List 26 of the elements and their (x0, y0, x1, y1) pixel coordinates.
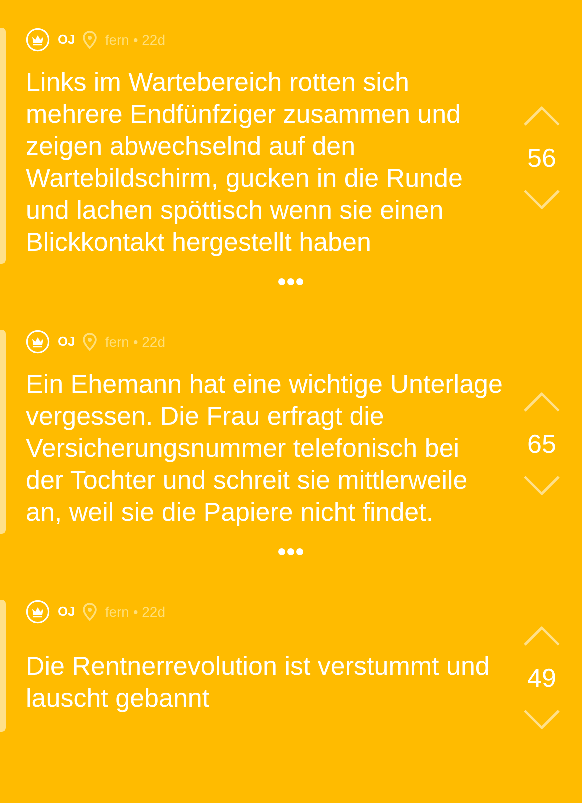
author-name: OJ (58, 603, 76, 622)
post-text: Links im Wartebereich rotten sich mehrere Endfünfziger zusammen und zeigen abwechselnd auf den Wartebildschirm, gucken in die Runde und lachen spöttisch wenn sie einen Blickkontakt hergestellt haben (26, 66, 464, 258)
downvote-icon[interactable] (522, 188, 562, 212)
location-pin-icon (83, 603, 98, 621)
upvote-icon[interactable] (522, 390, 562, 414)
crown-icon (26, 600, 50, 624)
downvote-icon[interactable] (522, 474, 562, 498)
more-icon[interactable] (278, 548, 304, 556)
crown-icon (26, 28, 50, 52)
author-name: OJ (58, 31, 76, 50)
upvote-icon[interactable] (522, 104, 562, 128)
crown-icon (26, 330, 50, 354)
upvote-icon[interactable] (522, 624, 562, 648)
post-meta: fern • 22d (105, 332, 166, 352)
post-meta: fern • 22d (105, 602, 166, 622)
vote-count: 56 (528, 142, 556, 174)
post-meta: fern • 22d (105, 30, 166, 50)
location-pin-icon (83, 333, 98, 351)
author-name: OJ (58, 333, 76, 352)
downvote-icon[interactable] (522, 708, 562, 732)
more-icon[interactable] (278, 278, 304, 286)
vote-count: 65 (528, 428, 556, 460)
post-text: Ein Ehemann hat eine wichtige Unterlage vergessen. Die Frau erfragt die Versicherungsnummer telefonisch bei der Tochter und schreit sie mittlerweile an, weil sie die Papiere nicht findet. (26, 368, 504, 528)
location-pin-icon (83, 31, 98, 49)
post-text: Die Rentnerrevolution ist verstummt und lauscht gebannt (26, 650, 491, 714)
vote-count: 49 (528, 662, 556, 694)
